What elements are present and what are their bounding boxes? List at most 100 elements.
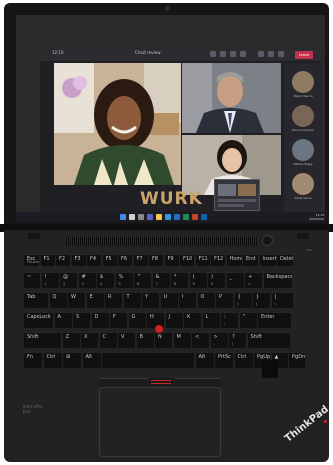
key[interactable]: & 7: [152, 272, 170, 288]
key[interactable]: F4: [87, 254, 101, 266]
trackpad-right-button[interactable]: [175, 378, 221, 387]
key[interactable]: ~ `: [24, 272, 40, 288]
key[interactable]: X: [81, 332, 98, 348]
key[interactable]: D: [91, 312, 109, 328]
key[interactable]: Z: [62, 332, 80, 348]
camera-icon[interactable]: [210, 51, 216, 57]
more-icon[interactable]: [240, 51, 246, 57]
key[interactable]: T: [123, 292, 141, 308]
key[interactable]: }]: [253, 292, 270, 308]
key[interactable]: Shift: [247, 332, 290, 348]
key[interactable]: ! 1: [41, 272, 59, 288]
key[interactable]: Enter: [258, 312, 291, 328]
key[interactable]: End: [243, 254, 258, 266]
key[interactable]: :;: [221, 312, 238, 328]
key[interactable]: + =: [245, 272, 262, 288]
key[interactable]: Ctrl: [234, 352, 253, 368]
key[interactable]: O: [197, 292, 215, 308]
key[interactable]: V: [118, 332, 135, 348]
key[interactable]: ? /: [229, 332, 246, 348]
screen-share-preview[interactable]: [214, 179, 260, 211]
teams-icon[interactable]: [147, 214, 153, 220]
key[interactable]: N: [155, 332, 172, 348]
key[interactable]: Fn: [24, 352, 42, 368]
key[interactable]: Delete: [277, 254, 293, 266]
key[interactable]: F9: [164, 254, 179, 266]
participant-avatar[interactable]: [292, 71, 314, 93]
key[interactable]: F7: [133, 254, 148, 266]
key[interactable]: J: [165, 312, 183, 328]
key[interactable]: A: [54, 312, 72, 328]
key[interactable]: Alt: [195, 352, 214, 368]
participant-avatar[interactable]: [292, 105, 314, 127]
participants-icon[interactable]: [258, 51, 264, 57]
key[interactable]: L: [202, 312, 220, 328]
key[interactable]: PgDn: [289, 352, 305, 368]
key[interactable]: | \: [271, 292, 293, 308]
outlook-icon[interactable]: [201, 214, 207, 220]
key[interactable]: CapsLock: [24, 312, 53, 328]
key[interactable]: I: [179, 292, 196, 308]
key[interactable]: E: [86, 292, 104, 308]
key[interactable]: W: [68, 292, 85, 308]
trackpad-left-button[interactable]: [99, 378, 147, 387]
key[interactable]: F12: [211, 254, 225, 266]
trackpad-middle-button[interactable]: [148, 378, 174, 386]
key[interactable]: Backspace: [263, 272, 292, 288]
key[interactable]: F3: [71, 254, 86, 266]
share-icon[interactable]: [230, 51, 236, 57]
powerpoint-icon[interactable]: [192, 214, 198, 220]
key[interactable]: ⊞: [63, 352, 81, 368]
participant-avatar[interactable]: [292, 173, 314, 195]
touchpad[interactable]: [99, 387, 221, 457]
key[interactable]: Alt: [82, 352, 101, 368]
key[interactable]: F2: [56, 254, 70, 266]
trackpoint[interactable]: [155, 325, 163, 333]
fingerprint-reader[interactable]: [262, 360, 278, 378]
key[interactable]: * 8: [171, 272, 188, 288]
excel-icon[interactable]: [183, 214, 189, 220]
key[interactable]: (9: [189, 272, 207, 288]
key[interactable]: F6: [118, 254, 132, 266]
key[interactable]: Tab: [24, 292, 48, 308]
key[interactable]: Q: [49, 292, 67, 308]
key[interactable]: U: [160, 292, 178, 308]
chat-icon[interactable]: [268, 51, 274, 57]
key[interactable]: F1: [40, 254, 55, 266]
raise-hand-icon[interactable]: [278, 51, 284, 57]
key[interactable]: K: [184, 312, 201, 328]
key[interactable]: S: [73, 312, 90, 328]
edge-icon[interactable]: [165, 214, 171, 220]
key[interactable]: F11: [195, 254, 210, 266]
mic-icon[interactable]: [220, 51, 226, 57]
key[interactable]: Y: [142, 292, 159, 308]
key[interactable]: Esc FnLock: [24, 254, 39, 266]
key[interactable]: F5: [102, 254, 117, 266]
key[interactable]: R: [105, 292, 122, 308]
file-explorer-icon[interactable]: [156, 214, 162, 220]
key[interactable]: % 5: [115, 272, 133, 288]
taskbar-clock[interactable]: 12:10 4/20/2021: [309, 213, 324, 221]
key[interactable]: F10: [180, 254, 194, 266]
word-icon[interactable]: [174, 214, 180, 220]
participant-avatar[interactable]: [292, 139, 314, 161]
key[interactable]: B: [136, 332, 154, 348]
key[interactable]: {[: [234, 292, 252, 308]
key[interactable]: F: [110, 312, 127, 328]
key[interactable]: M: [173, 332, 191, 348]
key[interactable]: F8: [149, 254, 163, 266]
key[interactable]: Home: [226, 254, 242, 266]
key[interactable]: ) 0: [208, 272, 225, 288]
key[interactable]: ^ 6: [134, 272, 151, 288]
key[interactable]: PrtSc: [215, 352, 233, 368]
key[interactable]: @2: [60, 272, 77, 288]
key[interactable]: " ': [239, 312, 257, 328]
key[interactable]: <,: [192, 332, 209, 348]
task-view-icon[interactable]: [138, 214, 144, 220]
key[interactable]: Insert: [259, 254, 276, 266]
key[interactable]: $4: [97, 272, 114, 288]
key[interactable]: P: [216, 292, 233, 308]
key[interactable]: Ctrl: [43, 352, 62, 368]
key[interactable]: Shift: [24, 332, 61, 348]
key[interactable]: #3: [78, 272, 96, 288]
